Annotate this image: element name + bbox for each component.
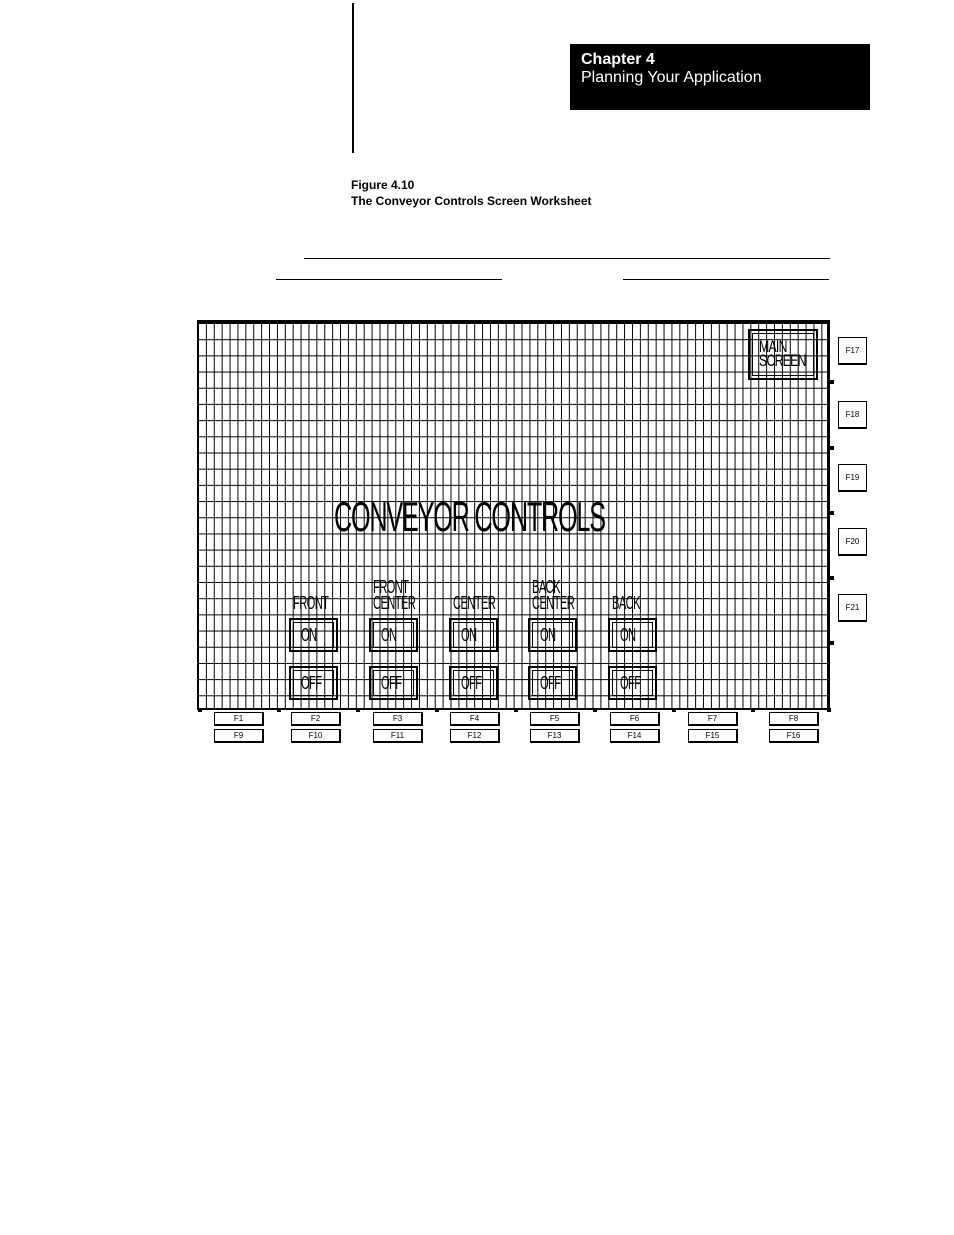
chapter-number: Chapter 4 bbox=[581, 51, 655, 68]
grid-tick bbox=[830, 380, 834, 384]
function-key-f21[interactable]: F21 bbox=[838, 594, 867, 622]
worksheet-blank-line bbox=[276, 279, 502, 280]
conveyor-label-front-center: CENTER bbox=[373, 593, 416, 613]
chapter-title: Planning Your Application bbox=[581, 69, 762, 86]
main-screen-label-2: SCREEN bbox=[759, 351, 806, 370]
center-off-label: OFF bbox=[461, 673, 482, 693]
back-center-off-label: OFF bbox=[540, 673, 561, 693]
function-key-f2[interactable]: F2 bbox=[291, 712, 341, 726]
back-on-label: ON bbox=[620, 625, 636, 645]
grid-tick bbox=[435, 708, 439, 712]
grid-tick bbox=[356, 708, 360, 712]
worksheet-blank-line bbox=[623, 279, 829, 280]
back-center-on-label: ON bbox=[540, 625, 556, 645]
grid-tick bbox=[751, 708, 755, 712]
grid-tick bbox=[830, 511, 834, 515]
function-key-f18[interactable]: F18 bbox=[838, 401, 867, 429]
function-key-f11[interactable]: F11 bbox=[373, 729, 423, 743]
conveyor-label-front: FRONT bbox=[293, 593, 329, 613]
front-center-on-label: ON bbox=[381, 625, 397, 645]
function-key-f15[interactable]: F15 bbox=[688, 729, 738, 743]
function-key-f6[interactable]: F6 bbox=[610, 712, 660, 726]
function-key-f17[interactable]: F17 bbox=[838, 337, 867, 365]
grid-tick bbox=[593, 708, 597, 712]
grid-tick bbox=[830, 641, 834, 645]
function-key-f14[interactable]: F14 bbox=[610, 729, 660, 743]
figure-number: Figure 4.10 bbox=[351, 178, 415, 192]
front-center-off-label: OFF bbox=[381, 673, 402, 693]
function-key-f19[interactable]: F19 bbox=[838, 464, 867, 492]
front-on-label: ON bbox=[301, 625, 317, 645]
function-key-f5[interactable]: F5 bbox=[530, 712, 580, 726]
function-key-f12[interactable]: F12 bbox=[450, 729, 500, 743]
function-key-f10[interactable]: F10 bbox=[291, 729, 341, 743]
function-key-f1[interactable]: F1 bbox=[214, 712, 264, 726]
back-off-label: OFF bbox=[620, 673, 641, 693]
function-key-f13[interactable]: F13 bbox=[530, 729, 580, 743]
function-key-f8[interactable]: F8 bbox=[769, 712, 819, 726]
figure-caption: Figure 4.10 The Conveyor Controls Screen… bbox=[351, 177, 592, 209]
function-key-f4[interactable]: F4 bbox=[450, 712, 500, 726]
function-key-f20[interactable]: F20 bbox=[838, 528, 867, 556]
figure-title: The Conveyor Controls Screen Worksheet bbox=[351, 194, 592, 208]
screen-title: CONVEYOR CONTROLS bbox=[334, 493, 606, 540]
chapter-header: Chapter 4 Planning Your Application bbox=[570, 44, 870, 110]
grid-tick bbox=[827, 708, 831, 712]
center-on-label: ON bbox=[461, 625, 477, 645]
function-key-f7[interactable]: F7 bbox=[688, 712, 738, 726]
grid-tick bbox=[198, 708, 202, 712]
front-off-label: OFF bbox=[301, 673, 322, 693]
function-key-f9[interactable]: F9 bbox=[214, 729, 264, 743]
conveyor-label-back-center: CENTER bbox=[532, 593, 575, 613]
grid-tick bbox=[672, 708, 676, 712]
conveyor-label-center: CENTER bbox=[453, 593, 496, 613]
grid-tick bbox=[830, 446, 834, 450]
function-key-f16[interactable]: F16 bbox=[769, 729, 819, 743]
grid-tick bbox=[277, 708, 281, 712]
margin-rule bbox=[352, 3, 354, 153]
grid-tick bbox=[514, 708, 518, 712]
conveyor-label-back: BACK bbox=[612, 593, 641, 613]
worksheet-blank-line bbox=[304, 258, 830, 259]
function-key-f3[interactable]: F3 bbox=[373, 712, 423, 726]
grid-tick bbox=[830, 576, 834, 580]
